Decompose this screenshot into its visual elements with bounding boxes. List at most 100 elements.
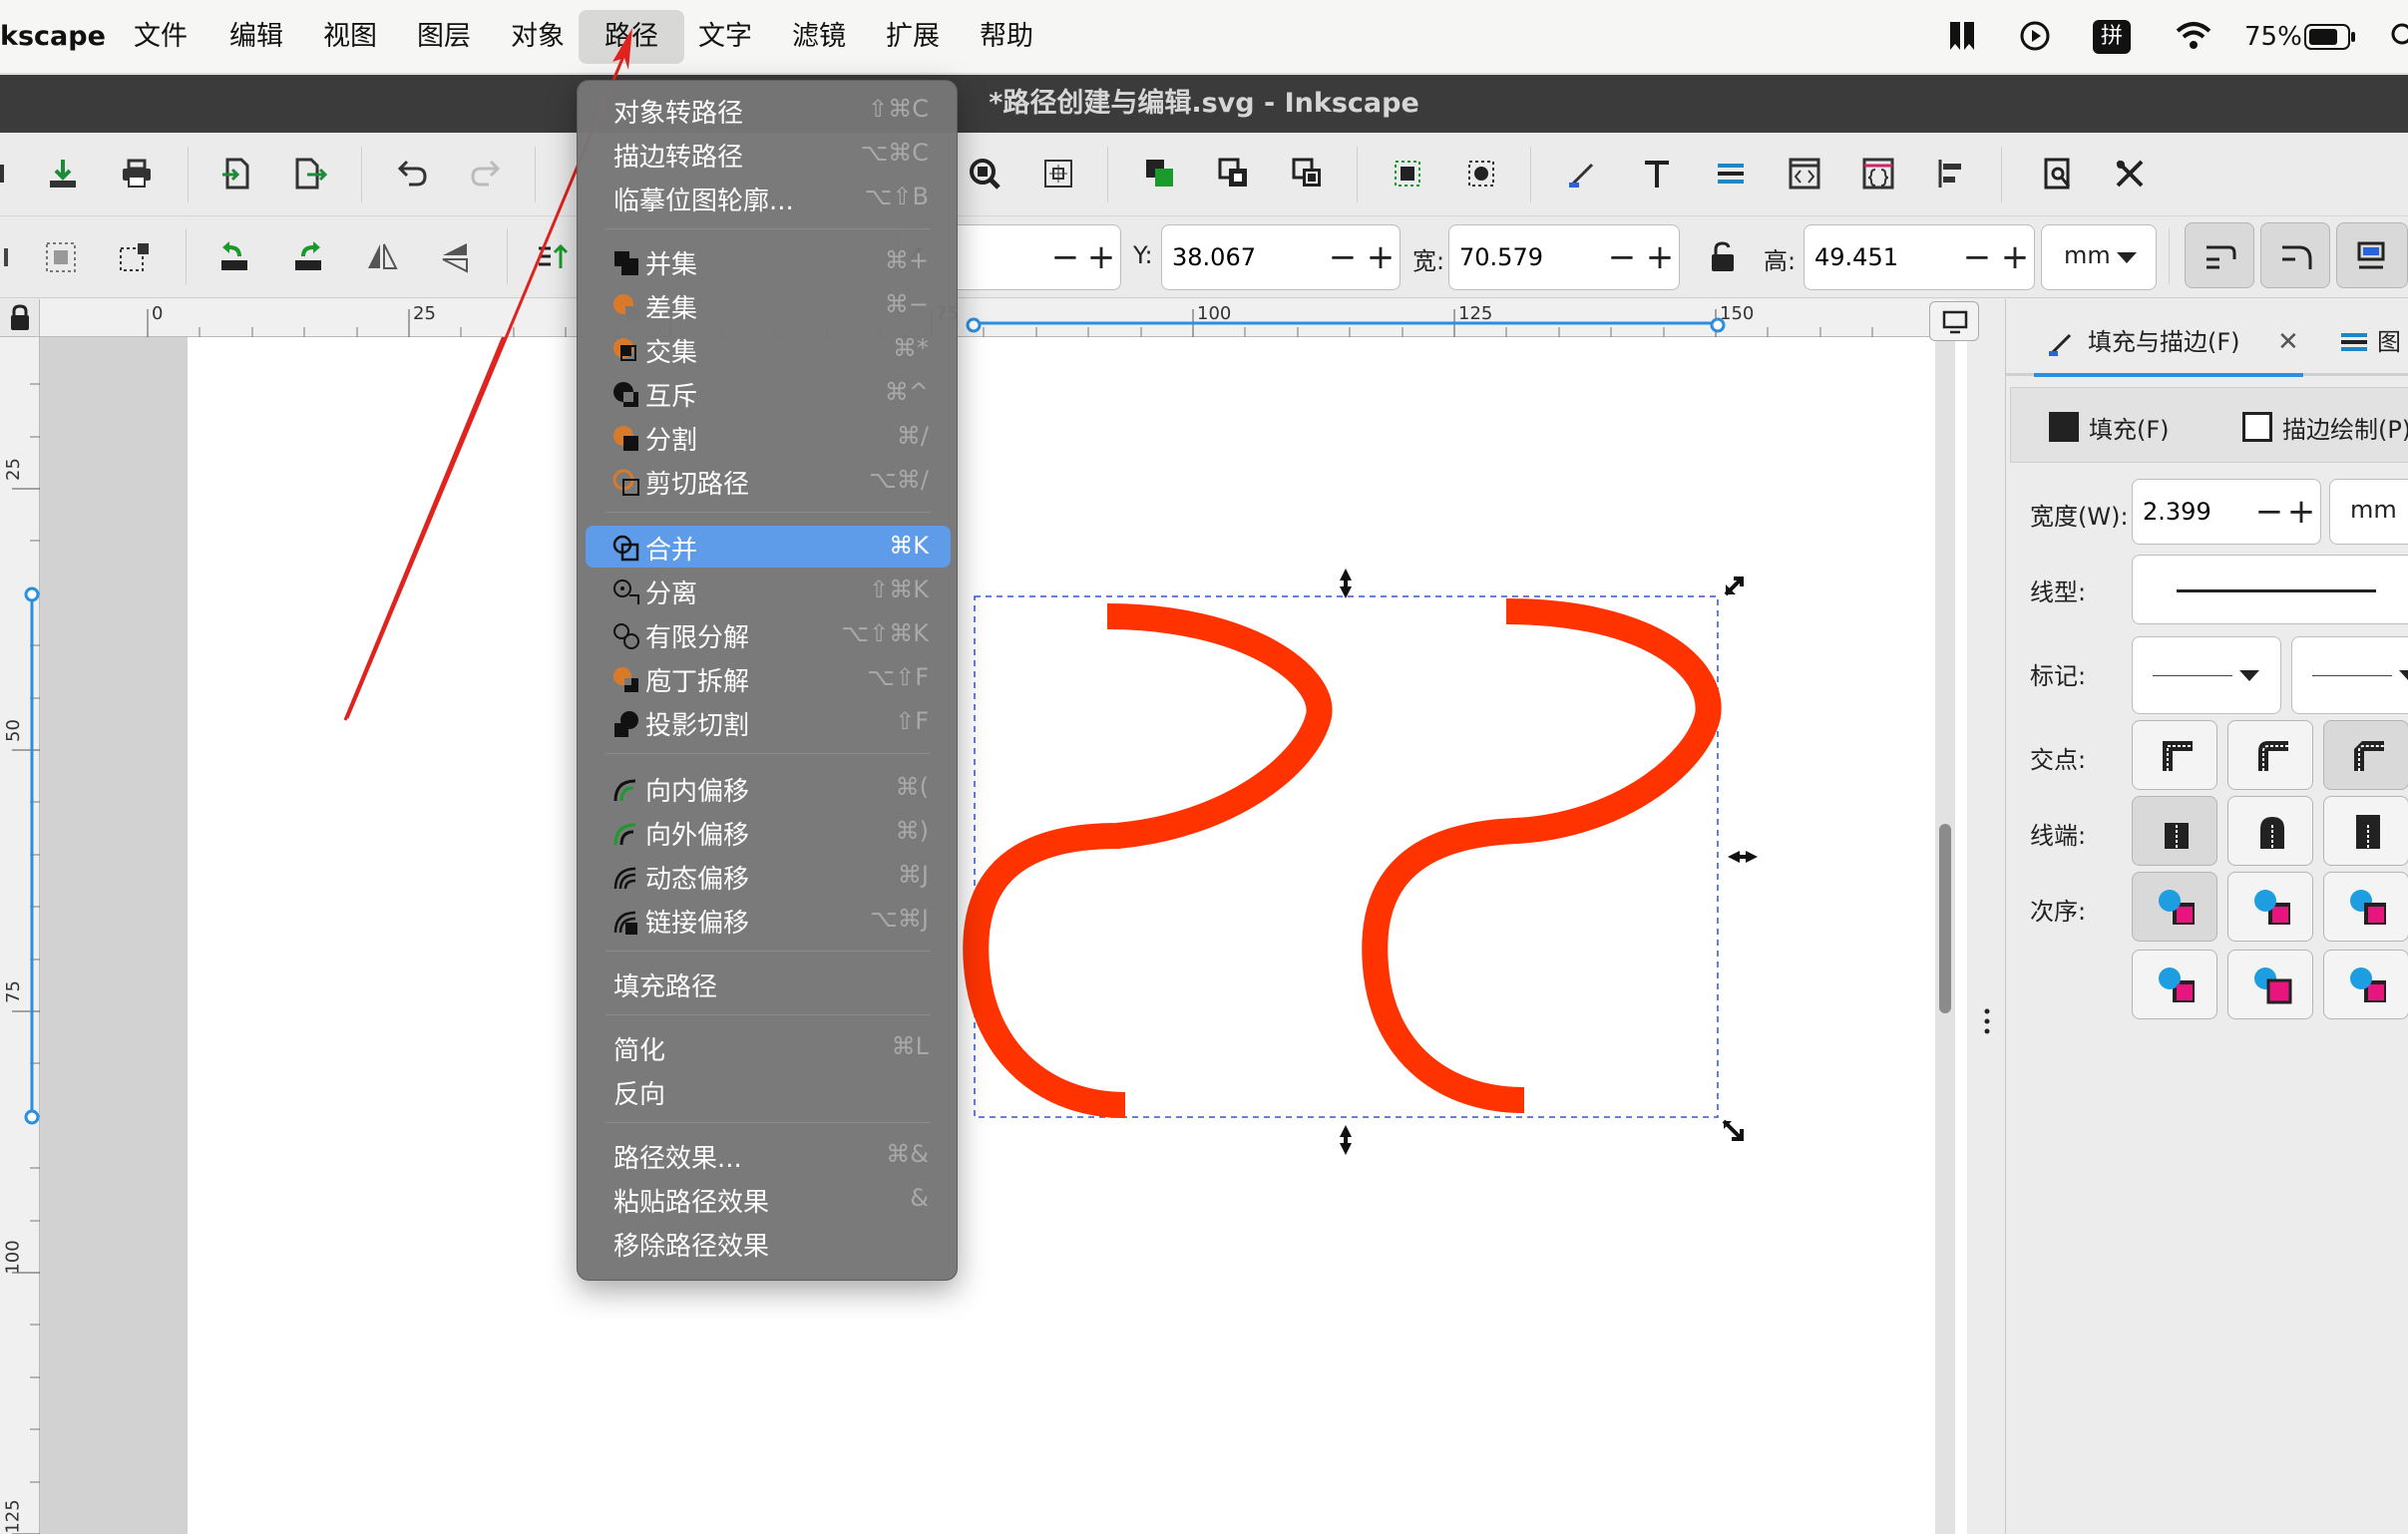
tab-fill-stroke[interactable]: 填充与描边(F) ✕ bbox=[2034, 307, 2303, 377]
y-decrement-button[interactable]: − bbox=[1326, 225, 1360, 289]
stroke-width-increment[interactable]: + bbox=[2284, 480, 2318, 544]
order-markers-first-button[interactable] bbox=[2323, 872, 2408, 942]
menu-item-union[interactable]: 并集 ⌘+ bbox=[586, 240, 951, 282]
menu-item-paste-path-effect[interactable]: 粘贴路径效果 & bbox=[586, 1178, 951, 1220]
layers-dialog-icon[interactable] bbox=[1706, 149, 1756, 198]
menu-filters[interactable]: 滤镜 bbox=[784, 0, 854, 74]
search-icon[interactable] bbox=[2386, 22, 2408, 52]
dash-pattern-select[interactable] bbox=[2132, 555, 2408, 624]
red-stroke-path-left[interactable] bbox=[963, 603, 1333, 1118]
print-icon[interactable] bbox=[112, 149, 162, 198]
menu-item-linked-offset[interactable]: 链接偏移 ⌥⌘J bbox=[586, 899, 951, 941]
panel-resize-handle[interactable] bbox=[1983, 1007, 1991, 1037]
menu-item-fill-between-paths[interactable]: 填充路径 bbox=[586, 962, 951, 1004]
square-cap-button[interactable] bbox=[2323, 796, 2408, 866]
clone-icon[interactable] bbox=[1209, 149, 1259, 198]
zoom-drawing-icon[interactable] bbox=[960, 149, 1009, 198]
export-icon[interactable] bbox=[285, 149, 335, 198]
menu-item-inset[interactable]: 向内偏移 ⌘( bbox=[586, 767, 951, 809]
menu-item-division[interactable]: 分割 ⌘/ bbox=[586, 416, 951, 458]
menu-item-cut-path[interactable]: 剪切路径 ⌥⌘/ bbox=[586, 460, 951, 502]
menu-item-dynamic-offset[interactable]: 动态偏移 ⌘J bbox=[586, 855, 951, 897]
stroke-unit-select[interactable]: mm bbox=[2329, 479, 2408, 545]
start-marker-select[interactable] bbox=[2132, 636, 2281, 714]
ungroup-icon[interactable] bbox=[1456, 149, 1506, 198]
lock-ratio-icon[interactable] bbox=[1698, 232, 1748, 282]
xml-editor-icon[interactable] bbox=[1780, 149, 1829, 198]
duplicate-icon[interactable] bbox=[1135, 149, 1185, 198]
input-method-icon[interactable]: 拼 bbox=[2093, 20, 2131, 54]
vertical-scrollbar[interactable] bbox=[1935, 337, 1955, 1534]
tab-layers[interactable]: 图层 bbox=[2323, 307, 2408, 426]
menu-item-split-path[interactable]: 有限分解 ⌥⇧⌘K bbox=[586, 613, 951, 655]
menu-item-exclusion[interactable]: 互斥 ⌘^ bbox=[586, 372, 951, 414]
play-circle-icon[interactable] bbox=[2019, 20, 2051, 52]
fill-stroke-dialog-icon[interactable] bbox=[1558, 149, 1608, 198]
width-increment-button[interactable]: + bbox=[1643, 225, 1677, 289]
document-properties-icon[interactable] bbox=[2033, 149, 2083, 198]
menu-extensions[interactable]: 扩展 bbox=[878, 0, 948, 74]
menu-item-break-apart[interactable]: 分离 ⇧⌘K bbox=[586, 570, 951, 611]
menu-item-fracture[interactable]: 庖丁拆解 ⌥⇧F bbox=[586, 657, 951, 699]
menu-item-intersection[interactable]: 交集 ⌘* bbox=[586, 328, 951, 370]
text-dialog-icon[interactable] bbox=[1632, 149, 1682, 198]
height-input[interactable] bbox=[1814, 237, 1964, 277]
stroke-width-field[interactable]: − + bbox=[2132, 479, 2321, 545]
order-option-4-button[interactable] bbox=[2132, 950, 2217, 1019]
x-decrement-button[interactable]: − bbox=[1048, 225, 1082, 289]
menu-text[interactable]: 文字 bbox=[690, 0, 760, 74]
butt-cap-button[interactable] bbox=[2132, 796, 2217, 866]
ruler-corner-lock[interactable] bbox=[0, 299, 40, 337]
scale-corners-toggle[interactable] bbox=[2260, 222, 2330, 288]
bookmark-app-icon[interactable] bbox=[1947, 20, 1977, 52]
menu-item-trace-bitmap[interactable]: 临摹位图轮廓... ⌥⇧B bbox=[586, 177, 951, 218]
order-stroke-fill-markers-button[interactable] bbox=[2227, 872, 2313, 942]
unlink-clone-icon[interactable] bbox=[1283, 149, 1333, 198]
menu-item-outset[interactable]: 向外偏移 ⌘) bbox=[586, 811, 951, 853]
move-gradients-toggle[interactable] bbox=[2336, 222, 2408, 288]
menu-item-path-effects[interactable]: 路径效果... ⌘& bbox=[586, 1134, 951, 1176]
select-all-in-layers-icon[interactable] bbox=[36, 232, 86, 282]
group-icon[interactable] bbox=[1383, 149, 1432, 198]
drawing-canvas[interactable] bbox=[40, 337, 1967, 1534]
stroke-width-decrement[interactable]: − bbox=[2252, 480, 2286, 544]
menu-help[interactable]: 帮助 bbox=[972, 0, 1041, 74]
menu-item-flatten[interactable]: 投影切割 ⇧F bbox=[586, 701, 951, 743]
battery-icon[interactable] bbox=[2304, 24, 2356, 50]
menu-item-stroke-to-path[interactable]: 描边转路径 ⌥⌘C bbox=[586, 133, 951, 175]
order-option-5-button[interactable] bbox=[2227, 950, 2313, 1019]
height-field[interactable]: − + bbox=[1804, 224, 2035, 290]
preferences-icon[interactable] bbox=[2105, 149, 2155, 198]
rotate-ccw-icon[interactable] bbox=[209, 232, 259, 282]
deselect-icon[interactable] bbox=[110, 232, 160, 282]
width-input[interactable] bbox=[1459, 237, 1609, 277]
y-increment-button[interactable]: + bbox=[1364, 225, 1398, 289]
order-fill-stroke-markers-button[interactable] bbox=[2132, 872, 2217, 942]
menu-item-difference[interactable]: 差集 ⌘− bbox=[586, 284, 951, 326]
display-mode-button[interactable] bbox=[1929, 301, 1979, 341]
red-stroke-path-right[interactable] bbox=[1362, 598, 1722, 1113]
y-field[interactable]: − + bbox=[1161, 224, 1401, 290]
stroke-width-input[interactable] bbox=[2143, 492, 2242, 532]
close-tab-icon[interactable]: ✕ bbox=[2277, 307, 2299, 377]
zoom-selection-icon[interactable] bbox=[1033, 149, 1083, 198]
select-all-icon[interactable] bbox=[0, 232, 20, 282]
save-icon[interactable] bbox=[38, 149, 88, 198]
menu-item-object-to-path[interactable]: 对象转路径 ⇧⌘C bbox=[586, 89, 951, 131]
round-join-button[interactable] bbox=[2227, 720, 2313, 790]
open-icon[interactable] bbox=[0, 149, 30, 198]
menu-file[interactable]: 文件 bbox=[126, 0, 196, 74]
mid-marker-select[interactable] bbox=[2291, 636, 2408, 714]
miter-join-button[interactable] bbox=[2132, 720, 2217, 790]
wifi-icon[interactable] bbox=[2175, 20, 2212, 52]
height-decrement-button[interactable]: − bbox=[1960, 225, 1994, 289]
bevel-join-button[interactable] bbox=[2323, 720, 2408, 790]
scale-stroke-toggle[interactable] bbox=[2185, 222, 2254, 288]
menu-item-reverse[interactable]: 反向 bbox=[586, 1070, 951, 1112]
width-decrement-button[interactable]: − bbox=[1605, 225, 1639, 289]
rotate-cw-icon[interactable] bbox=[283, 232, 333, 282]
app-menu[interactable]: kscape bbox=[0, 0, 106, 74]
css-dialog-icon[interactable] bbox=[1853, 149, 1903, 198]
menu-item-remove-path-effect[interactable]: 移除路径效果 bbox=[586, 1222, 951, 1264]
round-cap-button[interactable] bbox=[2227, 796, 2313, 866]
